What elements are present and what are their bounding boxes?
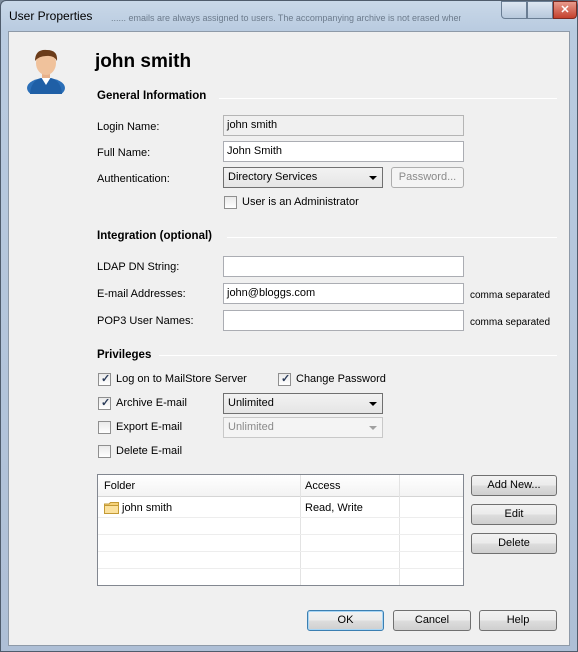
- pop3-user-names-label: POP3 User Names:: [97, 315, 194, 327]
- folder-icon: [104, 502, 119, 514]
- authentication-select[interactable]: Directory Services: [223, 167, 383, 188]
- close-button[interactable]: ✕: [553, 1, 577, 19]
- chevron-down-icon: [369, 176, 377, 180]
- chevron-down-icon: [369, 402, 377, 406]
- change-password-checkbox[interactable]: ✓: [278, 373, 291, 386]
- ldap-dn-field[interactable]: [223, 256, 464, 277]
- privileges-heading: Privileges: [97, 349, 152, 361]
- row-divider: [98, 568, 463, 569]
- user-display-name: john smith: [95, 51, 192, 72]
- dialog-client-area: john smith General Information Login Nam…: [8, 31, 570, 646]
- full-name-field[interactable]: John Smith: [223, 141, 464, 162]
- checkmark-icon: ✓: [281, 373, 291, 385]
- password-button[interactable]: Password...: [391, 167, 464, 188]
- row-divider: [98, 517, 463, 518]
- archive-email-select[interactable]: Unlimited: [223, 393, 383, 414]
- general-separator: [219, 98, 557, 99]
- chevron-down-icon: [369, 426, 377, 430]
- access-cell: Read, Write: [305, 502, 363, 514]
- pop3-user-names-field[interactable]: [223, 310, 464, 331]
- row-divider: [98, 551, 463, 552]
- delete-button[interactable]: Delete: [471, 533, 557, 554]
- administrator-label: User is an Administrator: [242, 196, 359, 208]
- help-button[interactable]: Help: [479, 610, 557, 631]
- login-name-label: Login Name:: [97, 121, 160, 133]
- grid-header: Folder Access: [98, 475, 463, 497]
- logon-checkbox[interactable]: ✓: [98, 373, 111, 386]
- email-comma-note: comma separated: [470, 290, 551, 301]
- background-window-text: ...... emails are always assigned to use…: [111, 13, 461, 23]
- archive-email-value: Unlimited: [228, 397, 274, 409]
- pop3-comma-note: comma separated: [470, 317, 551, 328]
- change-password-label: Change Password: [296, 373, 386, 385]
- logon-label: Log on to MailStore Server: [116, 373, 247, 385]
- folder-access-grid[interactable]: Folder Access john smith Read, Write: [97, 474, 464, 586]
- edit-button[interactable]: Edit: [471, 504, 557, 525]
- full-name-label: Full Name:: [97, 147, 151, 159]
- export-email-label: Export E-mail: [116, 421, 183, 433]
- archive-email-checkbox[interactable]: ✓: [98, 397, 111, 410]
- export-email-checkbox[interactable]: [98, 421, 111, 434]
- administrator-checkbox[interactable]: [224, 196, 237, 209]
- integration-separator: [227, 237, 557, 238]
- ldap-dn-label: LDAP DN String:: [97, 261, 180, 273]
- archive-email-label: Archive E-mail: [116, 397, 187, 409]
- close-icon: ✕: [560, 4, 570, 16]
- delete-email-checkbox[interactable]: [98, 445, 111, 458]
- row-divider: [98, 534, 463, 535]
- export-email-value: Unlimited: [228, 421, 274, 433]
- user-avatar-icon: [27, 49, 65, 94]
- integration-heading: Integration (optional): [97, 230, 212, 242]
- maximize-button[interactable]: [527, 1, 553, 19]
- add-new-button[interactable]: Add New...: [471, 475, 557, 496]
- login-name-field: john smith: [223, 115, 464, 136]
- title-bar[interactable]: User Properties ...... emails are always…: [1, 1, 577, 31]
- authentication-value: Directory Services: [228, 171, 318, 183]
- checkmark-icon: ✓: [101, 397, 111, 409]
- email-addresses-field[interactable]: john@bloggs.com: [223, 283, 464, 304]
- authentication-label: Authentication:: [97, 173, 170, 185]
- email-addresses-label: E-mail Addresses:: [97, 288, 186, 300]
- minimize-button[interactable]: [501, 1, 527, 19]
- window-title: User Properties: [9, 9, 93, 23]
- cancel-button[interactable]: Cancel: [393, 610, 471, 631]
- general-information-heading: General Information: [97, 90, 207, 102]
- user-properties-window: User Properties ...... emails are always…: [0, 0, 578, 652]
- export-email-select[interactable]: Unlimited: [223, 417, 383, 438]
- column-header-access[interactable]: Access: [305, 480, 340, 492]
- privileges-separator: [159, 355, 557, 356]
- checkmark-icon: ✓: [101, 373, 111, 385]
- delete-email-label: Delete E-mail: [116, 445, 183, 457]
- ok-button[interactable]: OK: [307, 610, 384, 631]
- column-header-folder[interactable]: Folder: [104, 480, 135, 492]
- folder-name-cell: john smith: [122, 502, 173, 514]
